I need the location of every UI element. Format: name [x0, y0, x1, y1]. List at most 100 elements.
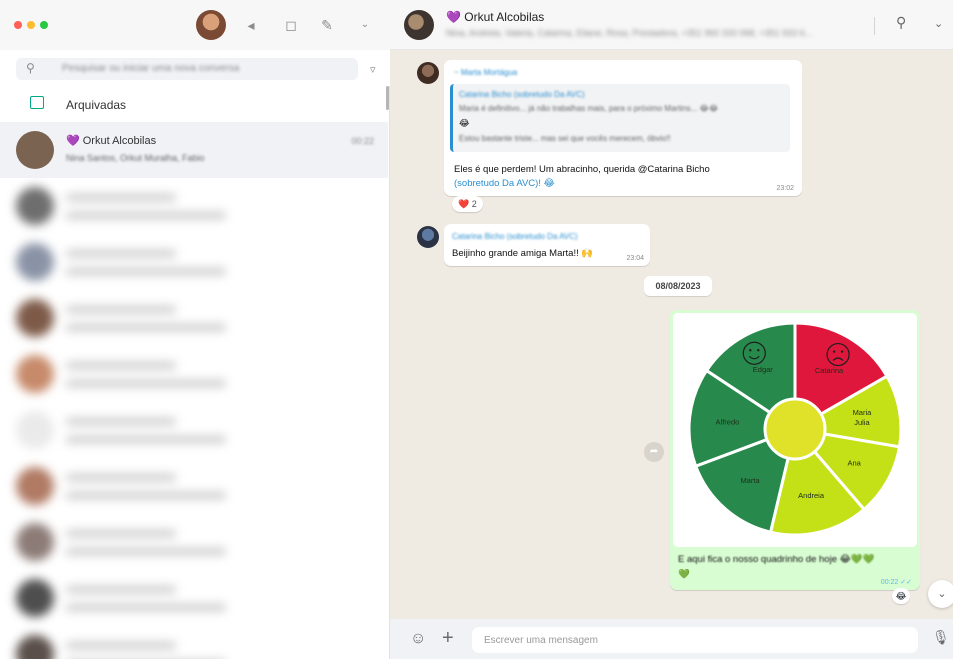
chat-list-item[interactable] — [0, 514, 388, 570]
quoted-text-line: 😂 — [459, 118, 470, 128]
sender-avatar[interactable] — [417, 226, 439, 248]
blurred-text-placeholder — [66, 604, 226, 611]
chevron-down-icon[interactable]: ⌄ — [356, 17, 374, 33]
message-composer: ☺ + 🎙 — [390, 619, 953, 659]
message-text: Eles é que perdem! Um abracinho, querida… — [454, 164, 710, 175]
blurred-text-placeholder — [66, 380, 226, 387]
message-bubble[interactable]: Catarina Bicho (sobretudo Da AVC) Beijin… — [444, 224, 650, 266]
pie-slice-label: Catarina — [815, 366, 844, 375]
image-caption: 💚 — [678, 569, 690, 580]
blurred-text-placeholder — [66, 362, 176, 369]
chat-avatar — [16, 131, 54, 169]
chat-avatar — [16, 299, 54, 337]
message-reaction[interactable]: ❤️ 2 — [452, 196, 483, 212]
chat-list-item[interactable] — [0, 402, 388, 458]
zoom-window-button[interactable] — [40, 21, 48, 29]
chat-avatar — [16, 523, 54, 561]
chat-list-pane: ◂ ◻ ✎ ⌄ ⚲ Pesquisar ou iniciar uma nova … — [0, 0, 390, 659]
conversation-header[interactable]: 💜 Orkut Alcobilas Nina, Andreia, Valeria… — [390, 0, 953, 50]
message-time: 23:02 — [776, 185, 794, 192]
blurred-text-placeholder — [66, 268, 226, 275]
blurred-text-placeholder — [66, 530, 176, 537]
chat-list-item[interactable] — [0, 626, 388, 659]
search-icon: ⚲ — [26, 61, 35, 75]
pie-slice-label: Andreia — [798, 491, 825, 500]
status-icon[interactable]: ◻ — [282, 17, 300, 33]
blurred-text-placeholder — [66, 194, 176, 201]
message-bubble[interactable]: ~ Marta Mortágua Catarina Bicho (sobretu… — [444, 60, 802, 196]
message-sender: Catarina Bicho (sobretudo Da AVC) — [452, 232, 578, 241]
emoji-icon[interactable]: ☺ — [410, 629, 426, 649]
chat-time: 00:22 — [351, 136, 374, 146]
forward-icon[interactable]: ➦ — [644, 442, 664, 462]
chat-list-item[interactable] — [0, 178, 388, 234]
blurred-text-placeholder — [66, 306, 176, 313]
minimize-window-button[interactable] — [27, 21, 35, 29]
blurred-text-placeholder — [66, 436, 226, 443]
group-avatar[interactable] — [404, 10, 434, 40]
header-divider — [874, 17, 875, 35]
blurred-text-placeholder — [66, 642, 176, 649]
blurred-text-placeholder — [66, 250, 176, 257]
message-time: 23:04 — [626, 255, 644, 262]
filter-icon[interactable]: ▿ — [370, 63, 376, 76]
pie-center-disc — [763, 397, 827, 461]
pie-slice-label: Marta — [740, 476, 760, 485]
chevron-down-icon[interactable]: ⌄ — [934, 17, 943, 30]
blurred-text-placeholder — [66, 474, 176, 481]
blurred-text-placeholder — [66, 548, 226, 555]
close-window-button[interactable] — [14, 21, 22, 29]
blurred-text-placeholder — [66, 418, 176, 425]
message-text: (sobretudo Da AVC)! 😂 — [454, 178, 555, 189]
blurred-text-placeholder — [66, 492, 226, 499]
chat-avatar — [16, 411, 54, 449]
search-input[interactable]: ⚲ Pesquisar ou iniciar uma nova conversa — [16, 58, 358, 80]
blurred-text-placeholder — [66, 324, 226, 331]
quoted-text-line: Maria é definitivo... já não trabalhas m… — [459, 104, 719, 113]
chat-list-item[interactable]: 💜 Orkut Alcobilas Nina Santos, Orkut Mura… — [0, 122, 388, 178]
image-message-bubble[interactable]: Catarina Maria Julia Ana Andreia Marta Alfredo… — [670, 310, 920, 590]
chat-avatar — [16, 355, 54, 393]
new-chat-icon[interactable]: ✎ — [318, 17, 336, 33]
pie-slice-label: Alfredo — [716, 417, 740, 426]
chat-name: 💜 Orkut Alcobilas — [66, 135, 157, 147]
message-text: Beijinho grande amiga Marta!! 🙌 — [452, 248, 594, 259]
chat-list-scrollbar[interactable] — [386, 86, 389, 110]
my-profile-avatar[interactable] — [196, 10, 226, 40]
search-row: ⚲ Pesquisar ou iniciar uma nova conversa… — [0, 50, 390, 86]
chat-list-item[interactable] — [0, 458, 388, 514]
scroll-to-bottom-button[interactable]: ⌄ — [928, 580, 953, 608]
sender-avatar[interactable] — [417, 62, 439, 84]
message-input[interactable] — [472, 627, 918, 653]
chat-list-item[interactable] — [0, 346, 388, 402]
left-header: ◂ ◻ ✎ ⌄ — [0, 0, 390, 50]
image-caption: E aqui fica o nosso quadrinho de hoje 😂💚… — [678, 554, 875, 565]
chat-preview: Nina Santos, Orkut Muralha, Fabio — [66, 153, 205, 163]
conversation-pane: 💜 Orkut Alcobilas Nina, Andreia, Valeria… — [390, 0, 953, 659]
message-reaction[interactable]: 😂 — [892, 588, 910, 604]
chat-list-item[interactable] — [0, 570, 388, 626]
pie-slice-label: Julia — [854, 418, 870, 427]
blurred-text-placeholder — [66, 212, 226, 219]
quoted-text-line: Estou bastante triste... mas sei que voc… — [459, 134, 671, 143]
quoted-message[interactable]: Catarina Bicho (sobretudo Da AVC) Maria … — [450, 84, 790, 152]
chat-avatar — [16, 467, 54, 505]
chat-avatar — [16, 243, 54, 281]
archived-chats-row[interactable]: Arquivadas — [0, 86, 390, 122]
archive-icon — [30, 96, 44, 109]
group-members: Nina, Andreia, Valeria, Catarina, Eliane… — [446, 28, 813, 38]
group-name: 💜 Orkut Alcobilas — [446, 10, 545, 24]
pie-slice-label: Ana — [847, 459, 861, 468]
chat-list-item[interactable] — [0, 290, 388, 346]
communities-icon[interactable]: ◂ — [242, 17, 260, 33]
chat-list-item[interactable] — [0, 234, 388, 290]
pie-chart-image[interactable]: Catarina Maria Julia Ana Andreia Marta Alfredo… — [673, 313, 917, 547]
chat-avatar — [16, 579, 54, 617]
quoted-sender: Catarina Bicho (sobretudo Da AVC) — [459, 90, 585, 99]
pie-chart: Catarina MariaJulia Ana Andreia Marta Alfredo… — [687, 321, 903, 537]
pie-slice-label: Edgar — [753, 365, 774, 374]
attach-plus-icon[interactable]: + — [442, 627, 454, 649]
microphone-icon[interactable]: 🎙 — [932, 629, 950, 646]
search-icon[interactable]: ⚲ — [896, 14, 906, 31]
pie-slice-label: Maria — [853, 408, 873, 417]
